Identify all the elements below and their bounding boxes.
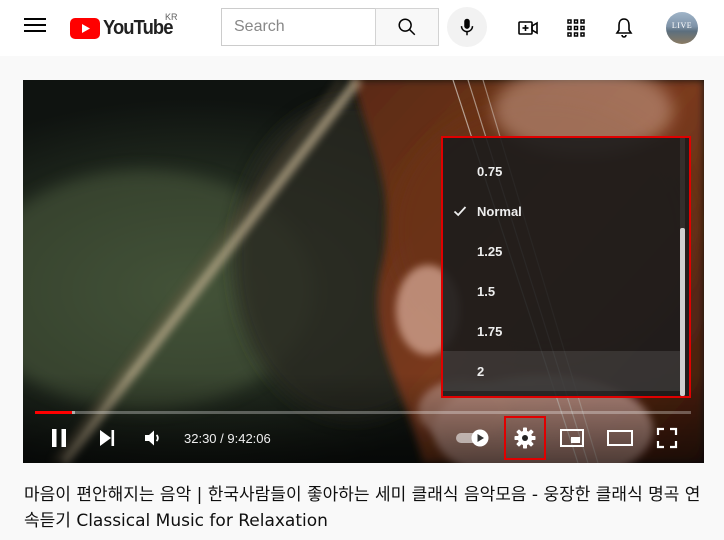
masthead: YouTube KR LIVE <box>0 0 724 56</box>
speed-option-label: 2 <box>477 363 485 379</box>
search-box <box>221 8 375 46</box>
logo-wordmark: YouTube <box>103 16 173 39</box>
youtube-logo[interactable]: YouTube <box>70 14 179 42</box>
create-video-icon[interactable] <box>516 16 540 40</box>
check-slot <box>443 231 477 271</box>
progress-played <box>35 411 72 414</box>
check-slot <box>443 271 477 311</box>
search-icon <box>398 18 416 36</box>
pause-icon[interactable] <box>47 426 71 450</box>
video-title: 마음이 편안해지는 음악 | 한국사람들이 좋아하는 세미 클래식 음악모음 -… <box>24 485 701 531</box>
settings-button[interactable] <box>504 416 546 460</box>
apps-grid-icon[interactable] <box>564 16 588 40</box>
menu-icon-bar <box>24 30 46 32</box>
menu-scrollbar-thumb[interactable] <box>680 228 685 396</box>
avatar-label: LIVE <box>671 21 693 30</box>
speed-option-label: Normal <box>477 203 522 219</box>
speed-option-normal[interactable]: Normal <box>443 191 683 231</box>
search-input[interactable] <box>222 9 364 45</box>
playback-speed-menu: 0.75 Normal 1.25 1.5 1.75 2 <box>441 136 691 398</box>
check-slot <box>443 151 477 191</box>
miniplayer-icon[interactable] <box>559 426 585 450</box>
guide-menu-button[interactable] <box>24 17 46 37</box>
notifications-bell-icon[interactable] <box>612 16 636 40</box>
check-slot <box>443 191 477 231</box>
video-player[interactable]: 0.75 Normal 1.25 1.5 1.75 2 32:30 / 9:42… <box>23 80 704 463</box>
speed-option-2[interactable]: 2 <box>443 351 683 391</box>
account-avatar[interactable]: LIVE <box>666 12 698 44</box>
checkmark-icon <box>453 206 467 217</box>
youtube-play-icon <box>70 17 100 39</box>
next-video-icon[interactable] <box>95 426 119 450</box>
time-display: 32:30 / 9:42:06 <box>184 431 271 446</box>
settings-gear-icon <box>514 427 536 449</box>
check-slot <box>443 311 477 351</box>
search-button[interactable] <box>375 8 439 46</box>
menu-icon-bar <box>24 18 46 20</box>
microphone-icon <box>460 18 474 36</box>
volume-icon[interactable] <box>141 426 165 450</box>
region-code: KR <box>165 12 178 22</box>
speed-option-label: 1.75 <box>477 323 503 339</box>
speed-option-label: 0.75 <box>477 163 503 179</box>
speed-option-0.75[interactable]: 0.75 <box>443 151 683 191</box>
speed-option-1.25[interactable]: 1.25 <box>443 231 683 271</box>
speed-option-1.5[interactable]: 1.5 <box>443 271 683 311</box>
check-slot <box>443 351 477 391</box>
speed-option-label: 1.5 <box>477 283 496 299</box>
speed-option-label: 1.25 <box>477 243 503 259</box>
autoplay-toggle-icon[interactable] <box>453 426 493 450</box>
progress-bar[interactable] <box>35 411 691 414</box>
theater-mode-icon[interactable] <box>606 426 634 450</box>
speed-option-1.75[interactable]: 1.75 <box>443 311 683 351</box>
voice-search-button[interactable] <box>447 7 487 47</box>
menu-icon-bar <box>24 24 46 26</box>
fullscreen-icon[interactable] <box>655 426 679 450</box>
